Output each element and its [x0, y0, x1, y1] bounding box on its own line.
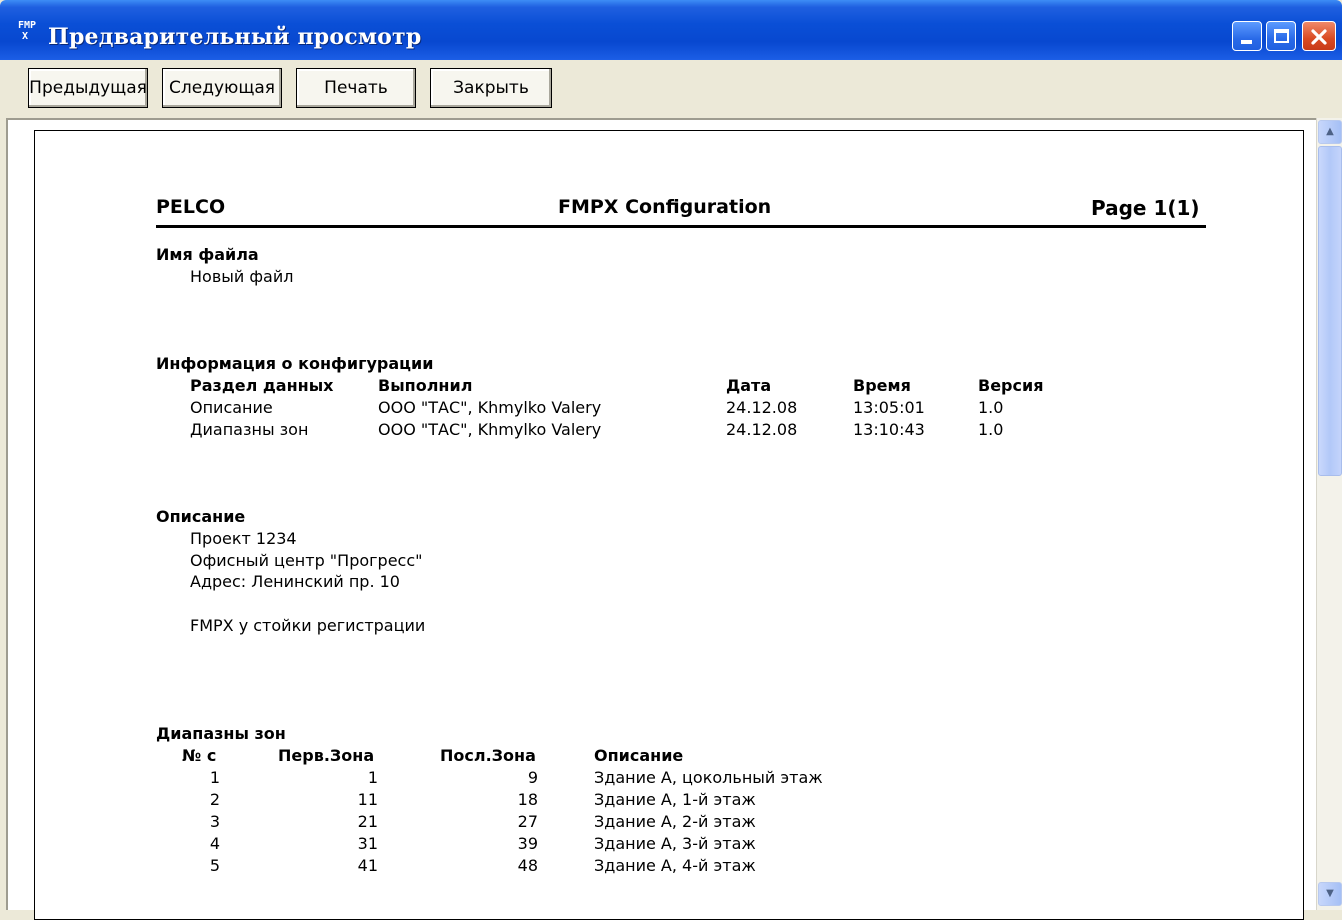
zone-cell: 4	[209, 834, 220, 853]
config-cell: 1.0	[978, 420, 1004, 439]
report-page-number: Page 1(1)	[1091, 196, 1200, 220]
scroll-down-button[interactable]: ▼	[1318, 882, 1342, 906]
chevron-down-icon: ▼	[1326, 888, 1334, 899]
config-cell: 1.0	[978, 398, 1004, 417]
zone-cell: Здание А, 3-й этаж	[594, 834, 756, 853]
file-section-title: Имя файла	[156, 245, 259, 264]
zone-cell: Здание А, 1-й этаж	[594, 790, 756, 809]
config-cell: ООО "ТАС", Khmylko Valery	[378, 398, 602, 417]
config-cell: Диапазны зон	[190, 420, 309, 439]
zone-cell: 21	[357, 812, 378, 831]
maximize-button[interactable]	[1266, 21, 1296, 51]
scroll-thumb[interactable]	[1318, 146, 1342, 476]
zones-col-last: Посл.Зона	[440, 746, 536, 765]
zone-cell: Здание А, 4-й этаж	[594, 856, 756, 875]
chevron-up-icon: ▲	[1326, 126, 1334, 137]
config-section-title: Информация о конфигурации	[156, 354, 434, 373]
file-name-value: Новый файл	[190, 267, 294, 286]
zone-cell: 3	[209, 812, 220, 831]
zone-cell: Здание А, цокольный этаж	[594, 768, 823, 787]
zone-cell: 39	[517, 834, 538, 853]
scroll-up-button[interactable]: ▲	[1318, 120, 1342, 144]
zones-col-number: № с	[182, 746, 217, 765]
zone-cell: 41	[357, 856, 378, 875]
zone-cell: 11	[357, 790, 378, 809]
next-page-button[interactable]: Следующая	[162, 68, 282, 108]
description-section-title: Описание	[156, 507, 246, 526]
config-col-time: Время	[853, 376, 911, 395]
toolbar: Предыдущая Следующая Печать Закрыть	[0, 60, 1342, 118]
config-col-date: Дата	[726, 376, 772, 395]
zone-cell: 27	[517, 812, 538, 831]
description-line: Проект 1234	[190, 529, 297, 548]
title-bar[interactable]: FMP X Предварительный просмотр	[0, 0, 1342, 60]
report-company: PELCO	[156, 196, 226, 218]
previous-page-button[interactable]: Предыдущая	[28, 68, 148, 108]
close-window-button[interactable]	[1302, 21, 1336, 51]
header-rule	[156, 225, 1206, 228]
close-icon	[1311, 29, 1327, 45]
app-icon: FMP X	[18, 20, 40, 44]
description-line: FMPX у стойки регистрации	[190, 616, 426, 635]
config-cell: 24.12.08	[726, 398, 798, 417]
config-cell: 24.12.08	[726, 420, 798, 439]
zones-col-description: Описание	[594, 746, 684, 765]
description-line: Офисный центр "Прогресс"	[190, 551, 423, 570]
window-title: Предварительный просмотр	[48, 24, 422, 50]
config-cell: 13:05:01	[853, 398, 925, 417]
zone-cell: 31	[357, 834, 378, 853]
report-title: FMPX Configuration	[558, 196, 772, 218]
print-button[interactable]: Печать	[296, 68, 416, 108]
config-cell: 13:10:43	[853, 420, 925, 439]
zone-cell: 5	[209, 856, 220, 875]
maximize-icon	[1274, 29, 1289, 43]
config-col-version: Версия	[978, 376, 1044, 395]
config-cell: ООО "ТАС", Khmylko Valery	[378, 420, 602, 439]
preview-window: FMP X Предварительный просмотр Предыдуща…	[0, 0, 1342, 920]
zones-section-title: Диапазны зон	[156, 724, 286, 743]
zone-cell: 2	[209, 790, 220, 809]
description-line: Адрес: Ленинский пр. 10	[190, 572, 400, 591]
zone-cell: 1	[209, 768, 220, 787]
zone-cell: 48	[517, 856, 538, 875]
config-cell: Описание	[190, 398, 273, 417]
minimize-button[interactable]	[1232, 21, 1262, 51]
config-col-author: Выполнил	[378, 376, 473, 395]
zone-cell: 1	[367, 768, 378, 787]
app-icon-text-top: FMP	[18, 20, 37, 31]
config-col-section: Раздел данных	[190, 376, 334, 395]
vertical-scrollbar[interactable]: ▲ ▼	[1316, 118, 1342, 910]
zones-col-first: Перв.Зона	[278, 746, 375, 765]
zone-cell: 9	[527, 768, 538, 787]
zone-cell: 18	[517, 790, 538, 809]
zone-cell: Здание А, 2-й этаж	[594, 812, 756, 831]
minimize-icon	[1241, 40, 1252, 44]
close-button[interactable]: Закрыть	[430, 68, 552, 108]
app-icon-text-bottom: X	[22, 31, 29, 42]
